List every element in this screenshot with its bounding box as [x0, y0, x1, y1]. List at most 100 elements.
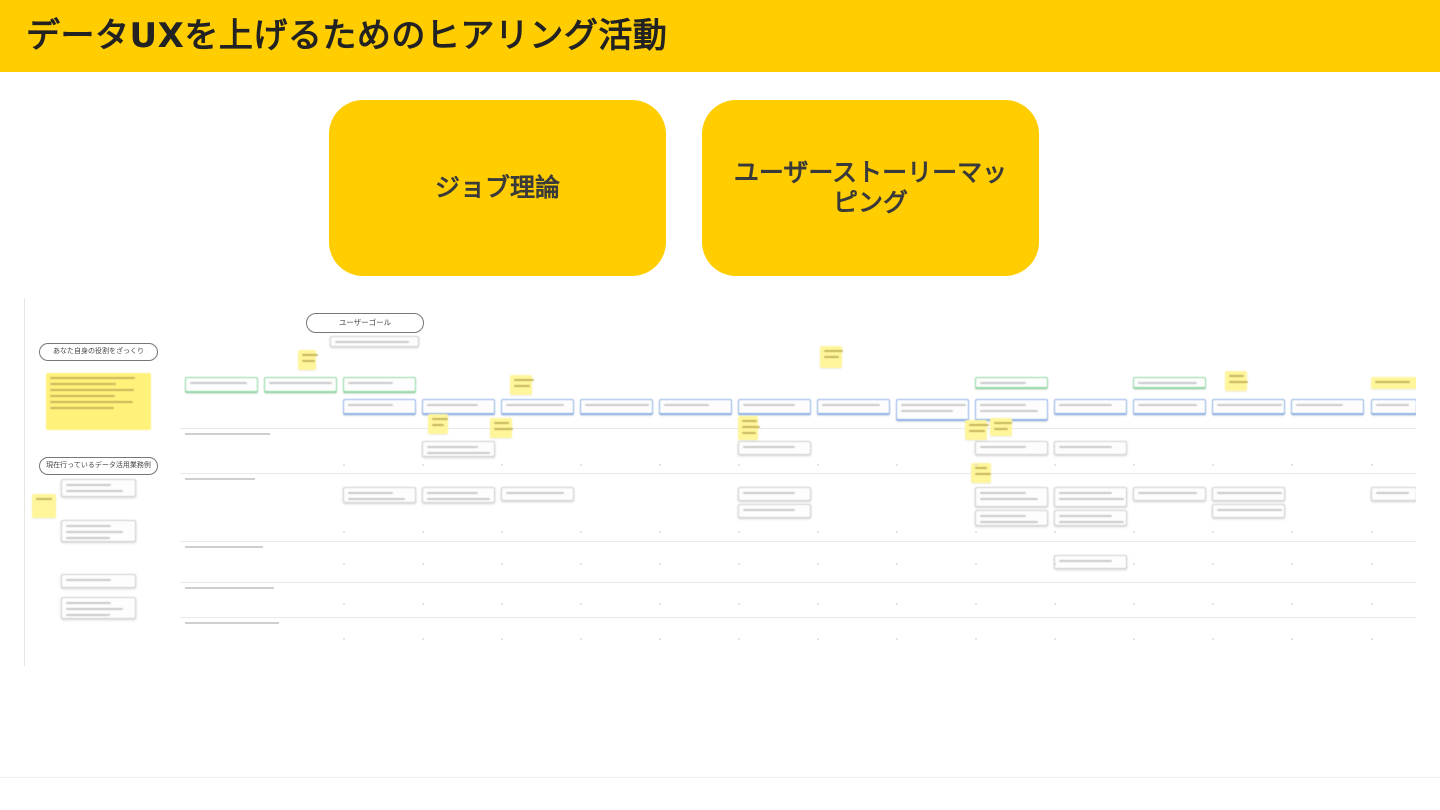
sticky-note[interactable]: [820, 346, 843, 368]
sticky-note[interactable]: [46, 373, 151, 430]
sticky-note[interactable]: [1054, 510, 1127, 526]
note-text-line: [427, 404, 479, 406]
note-text-line: [1217, 404, 1283, 406]
sticky-note[interactable]: [343, 487, 416, 503]
sticky-note[interactable]: [1054, 555, 1127, 569]
sticky-note[interactable]: [975, 441, 1048, 455]
row-header-placeholder: [185, 622, 279, 624]
row-divider: [180, 428, 1416, 429]
sticky-note[interactable]: [1371, 377, 1416, 389]
sticky-note[interactable]: [1212, 399, 1285, 415]
sticky-note[interactable]: [738, 504, 811, 518]
sticky-note[interactable]: [1054, 487, 1127, 507]
note-text-line: [427, 452, 491, 454]
note-text-line: [514, 385, 530, 387]
role-pill[interactable]: あなた自身の役割をざっくり: [39, 343, 158, 361]
sticky-note[interactable]: [264, 377, 337, 393]
user-story-mapping-card[interactable]: ユーザーストーリーマッピング: [702, 100, 1039, 276]
sticky-note[interactable]: [422, 441, 495, 457]
sticky-note[interactable]: [185, 377, 258, 393]
job-theory-card[interactable]: ジョブ理論: [329, 100, 666, 276]
grid-dot: [1133, 563, 1135, 565]
sticky-note[interactable]: [1054, 399, 1127, 415]
sticky-note[interactable]: [738, 416, 760, 440]
note-text-line: [1059, 521, 1124, 523]
sticky-note[interactable]: [975, 487, 1048, 507]
sticky-note[interactable]: [343, 399, 416, 415]
sticky-note[interactable]: [975, 510, 1048, 526]
sticky-note[interactable]: [896, 399, 969, 421]
grid-dot: [896, 638, 898, 640]
note-text-line: [1296, 404, 1343, 406]
grid-dot: [422, 464, 424, 466]
story-map-board[interactable]: ユーザーゴール あなた自身の役割をざっくり 現在行っているデータ活用業務例: [24, 298, 1416, 666]
sticky-note[interactable]: [738, 441, 811, 455]
sticky-note[interactable]: [32, 494, 56, 518]
user-goal-pill[interactable]: ユーザーゴール: [306, 313, 424, 333]
sticky-note[interactable]: [61, 479, 136, 497]
note-text-line: [1138, 382, 1197, 384]
grid-dot: [1371, 603, 1373, 605]
sticky-note[interactable]: [330, 336, 419, 347]
sticky-note[interactable]: [490, 418, 514, 438]
sticky-note[interactable]: [659, 399, 732, 415]
note-text-line: [1375, 381, 1410, 383]
grid-dot: [659, 603, 661, 605]
grid-dot: [896, 464, 898, 466]
grid-dot: [1371, 638, 1373, 640]
sticky-note[interactable]: [738, 487, 811, 501]
sticky-note[interactable]: [1054, 441, 1127, 455]
sticky-note[interactable]: [971, 463, 991, 483]
sticky-note[interactable]: [61, 574, 136, 588]
sticky-note[interactable]: [510, 375, 534, 395]
sticky-note[interactable]: [817, 399, 890, 415]
note-text-line: [980, 515, 1027, 517]
note-text-line: [975, 473, 991, 475]
sticky-note[interactable]: [990, 418, 1012, 436]
note-text-line: [494, 428, 514, 430]
sticky-note[interactable]: [1133, 377, 1206, 389]
cases-pill[interactable]: 現在行っているデータ活用業務例: [39, 457, 158, 475]
sticky-note[interactable]: [61, 520, 136, 542]
note-text-line: [66, 484, 111, 486]
sticky-note[interactable]: [428, 414, 448, 434]
sticky-note[interactable]: [501, 487, 574, 501]
row-divider: [180, 617, 1416, 618]
note-text-line: [1138, 404, 1197, 406]
note-text-line: [432, 424, 444, 426]
note-text-line: [980, 382, 1027, 384]
sticky-note[interactable]: [1225, 371, 1249, 391]
sticky-note[interactable]: [965, 420, 989, 440]
sticky-note[interactable]: [975, 377, 1048, 389]
sticky-note[interactable]: [422, 487, 495, 503]
grid-dot: [896, 531, 898, 533]
note-text-line: [1059, 404, 1112, 406]
sticky-note[interactable]: [61, 597, 136, 619]
grid-dot: [422, 638, 424, 640]
sticky-note[interactable]: [298, 350, 318, 370]
row-header-placeholder: [185, 587, 274, 589]
sticky-note[interactable]: [1133, 487, 1206, 501]
note-text-line: [302, 354, 318, 356]
grid-dot: [422, 531, 424, 533]
sticky-note[interactable]: [1371, 487, 1416, 501]
sticky-note[interactable]: [422, 399, 495, 415]
sticky-note[interactable]: [1371, 399, 1416, 415]
note-text-line: [427, 492, 479, 494]
grid-dot: [501, 603, 503, 605]
sticky-note[interactable]: [580, 399, 653, 415]
sticky-note[interactable]: [1212, 504, 1285, 518]
grid-dot: [1291, 531, 1293, 533]
sticky-note[interactable]: [501, 399, 574, 415]
note-text-line: [506, 404, 564, 406]
grid-dot: [975, 563, 977, 565]
note-text-line: [980, 446, 1027, 448]
sticky-note[interactable]: [343, 377, 416, 393]
sticky-note[interactable]: [1291, 399, 1364, 415]
note-text-line: [743, 446, 795, 448]
sticky-note[interactable]: [738, 399, 811, 415]
sticky-note[interactable]: [1133, 399, 1206, 415]
note-text-line: [975, 467, 988, 469]
sticky-note[interactable]: [1212, 487, 1285, 501]
footer-divider: [0, 777, 1440, 778]
